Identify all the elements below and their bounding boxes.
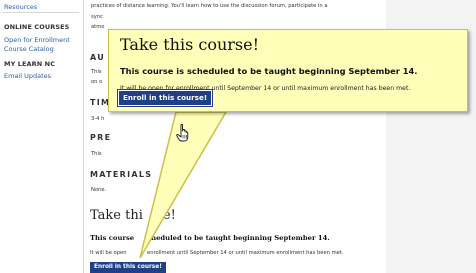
callout-schedule: This course is scheduled to be taught be… <box>120 66 418 76</box>
course-enroll-title-right: rse! <box>150 208 176 223</box>
sidebar-link-course-catalog[interactable]: Course Catalog <box>4 45 54 53</box>
course-enroll-title-left: Take thi <box>90 208 143 223</box>
intro-text-line: practices of distance learning. You'll l… <box>91 3 328 9</box>
enrollment-info-left: It will be open <box>90 250 127 256</box>
sidebar: Resources ONLINE COURSES Open for Enroll… <box>0 0 84 273</box>
enroll-button-small[interactable]: Enroll in this course! <box>90 262 166 273</box>
prerequisites-text: This <box>91 151 102 157</box>
sidebar-divider <box>3 12 79 13</box>
enrollment-info-right: enrollment until September 14 or until m… <box>147 250 344 256</box>
hand-pointer-icon <box>176 124 189 142</box>
schedule-text-right: cheduled to be taught beginning Septembe… <box>147 234 330 242</box>
section-heading-prerequisites: PRE <box>90 133 112 142</box>
audience-text: This <box>91 69 102 75</box>
sidebar-link-email-updates[interactable]: Email Updates <box>4 72 51 80</box>
time-text: 3-4 h <box>91 116 105 122</box>
callout-title: Take this course! <box>120 35 260 54</box>
audience-text: on o <box>91 79 103 85</box>
schedule-text-left: This course <box>90 234 135 242</box>
sidebar-heading-my-learn: MY LEARN NC <box>4 60 56 68</box>
enroll-button[interactable]: Enroll in this course! <box>117 90 213 106</box>
section-heading-audience: AU <box>90 53 106 62</box>
sidebar-heading-online-courses: ONLINE COURSES <box>4 23 70 31</box>
intro-text-line: atmo <box>91 24 105 30</box>
materials-text: None. <box>91 187 107 193</box>
section-heading-materials: MATERIALS <box>90 170 153 179</box>
zoom-callout: Take this course! This course is schedul… <box>108 29 468 112</box>
sidebar-link-open-enrollment[interactable]: Open for Enrollment <box>4 36 70 44</box>
sidebar-link-resources[interactable]: Resources <box>4 3 37 11</box>
intro-text-line: sync <box>91 14 103 20</box>
